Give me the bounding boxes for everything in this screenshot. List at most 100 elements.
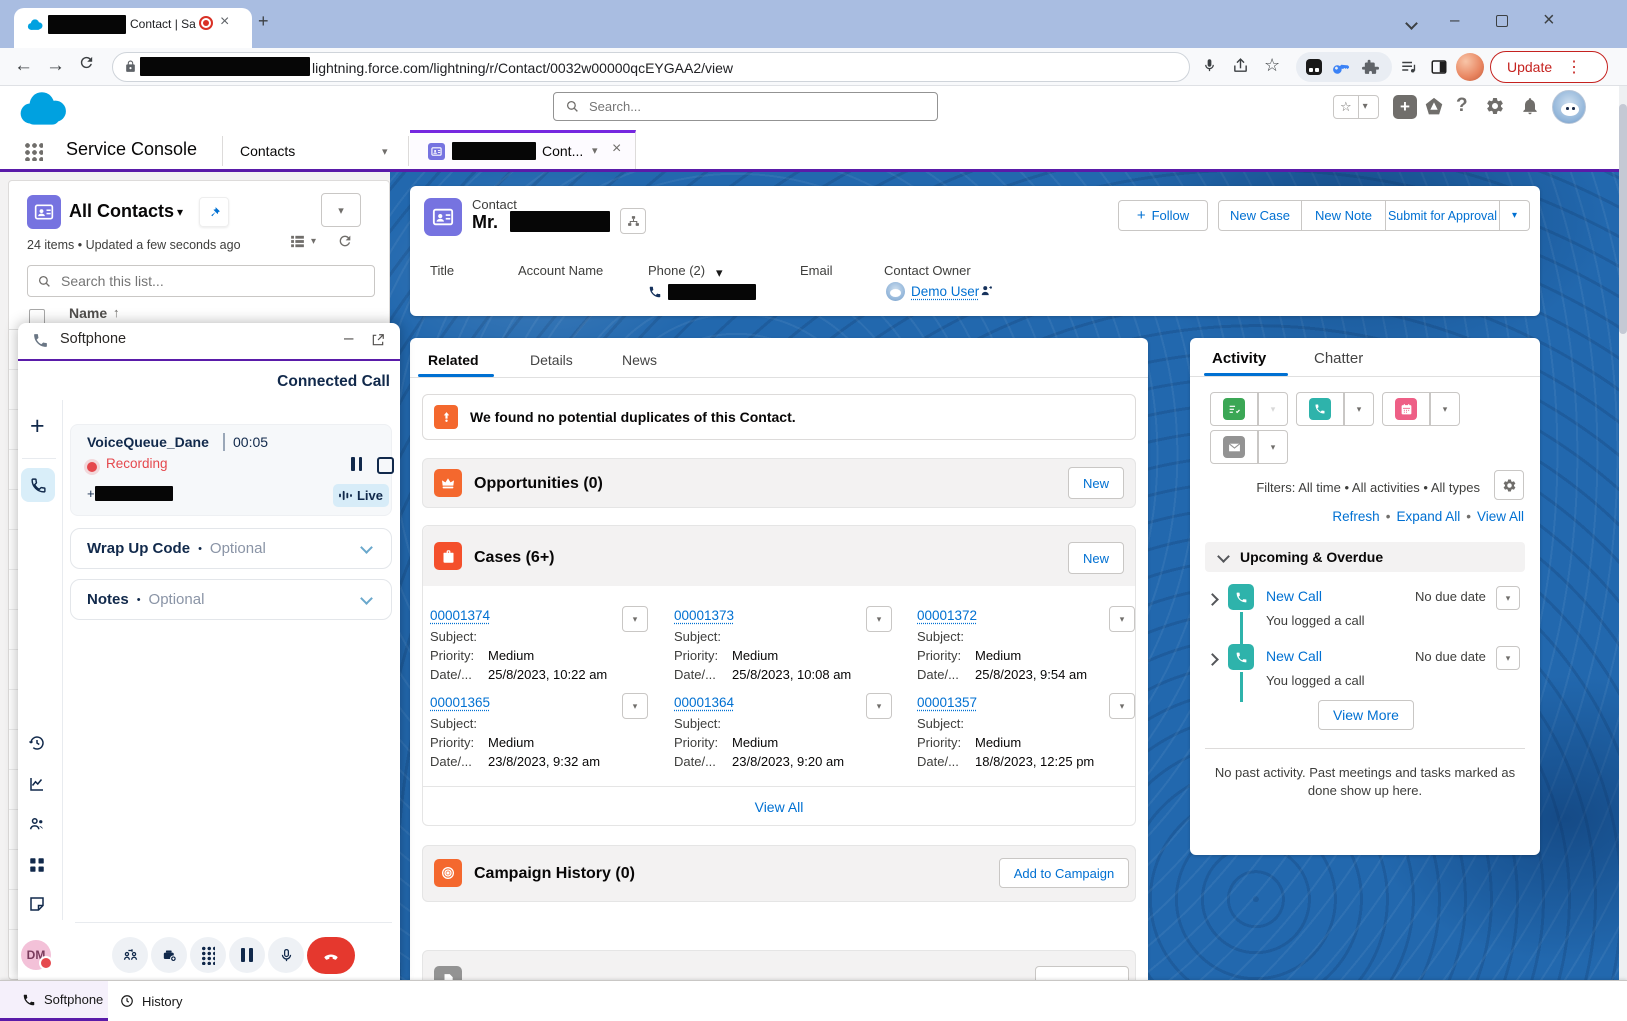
activity-filters-gear-button[interactable] [1494,470,1524,500]
list-view-chevron-icon[interactable]: ▾ [177,205,183,219]
pin-icon[interactable] [199,197,229,227]
rail-notes-icon[interactable] [28,895,46,913]
window-minimize-button[interactable]: – [1450,10,1459,30]
window-maximize-button[interactable] [1496,15,1508,27]
dialpad-button[interactable] [190,937,226,973]
favorites-chevron-icon[interactable]: ▾ [1363,102,1368,112]
nav-tab-contacts-chevron-icon[interactable]: ▾ [382,145,388,158]
timeline-item-actions-button[interactable]: ▾ [1496,586,1520,610]
case-row-actions-button[interactable]: ▾ [622,693,648,719]
case-row-actions-button[interactable]: ▾ [1109,606,1135,632]
favorites-button-group[interactable]: ☆ ▾ [1333,95,1379,119]
favorite-star-icon[interactable]: ☆ [1340,99,1352,115]
mute-mic-button[interactable] [268,937,304,973]
extension-badge-icon[interactable] [1306,59,1322,75]
forward-button[interactable]: → [46,55,65,77]
list-refresh-icon[interactable] [337,233,353,249]
bookmark-star-icon[interactable]: ☆ [1264,55,1280,76]
follow-button[interactable]: + Follow [1118,200,1208,231]
global-actions-icon[interactable]: + [1393,95,1417,119]
email-button[interactable] [1210,430,1258,464]
opportunities-new-button[interactable]: New [1068,467,1124,499]
tab-close-icon[interactable]: × [220,13,229,31]
media-list-icon[interactable] [1400,58,1418,76]
log-call-button[interactable] [1296,392,1344,426]
browser-profile-avatar[interactable] [1456,53,1484,81]
notifications-bell-icon[interactable] [1520,96,1540,116]
global-search-box[interactable] [553,92,938,121]
case-row-actions-button[interactable]: ▾ [622,606,648,632]
opportunities-title[interactable]: Opportunities (0) [474,475,603,493]
rail-apps-grid-icon[interactable] [28,856,46,874]
guidance-center-icon[interactable] [1423,96,1445,118]
owner-link[interactable]: Demo User [911,284,979,299]
tab-news[interactable]: News [622,352,657,368]
reload-button[interactable] [78,54,95,71]
side-panel-icon[interactable] [1430,58,1448,76]
timeline-item-actions-button[interactable]: ▾ [1496,646,1520,670]
new-event-button[interactable] [1382,392,1430,426]
tab-chatter[interactable]: Chatter [1314,350,1363,367]
case-number-link[interactable]: 00001372 [917,608,977,623]
page-scrollbar-thumb[interactable] [1619,104,1627,334]
pause-recording-icon[interactable] [351,457,362,471]
display-as-icon[interactable] [289,233,306,250]
rail-phone-tab[interactable] [21,468,55,502]
upcoming-overdue-header[interactable]: Upcoming & Overdue [1205,542,1525,572]
setup-gear-icon[interactable] [1485,96,1505,116]
global-search-input[interactable] [587,98,891,115]
timeline-expand-chevron-icon[interactable] [1208,592,1217,607]
back-button[interactable]: ← [14,55,33,77]
list-view-title[interactable]: All Contacts [69,201,174,222]
share-icon[interactable] [1232,57,1249,74]
cases-title[interactable]: Cases (6+) [474,549,555,567]
name-column-header[interactable]: Name [69,305,107,321]
cases-view-all-link[interactable]: View All [423,799,1135,815]
new-event-dropdown-button[interactable]: ▾ [1430,392,1460,426]
case-number-link[interactable]: 00001357 [917,695,977,710]
email-dropdown-button[interactable]: ▾ [1258,430,1288,464]
subtab-chevron-icon[interactable]: ▾ [592,146,598,157]
new-task-dropdown-button[interactable]: ▾ [1258,392,1288,426]
cases-new-button[interactable]: New [1068,542,1124,574]
submit-for-approval-button[interactable]: Submit for Approval [1386,200,1500,231]
end-call-button[interactable] [307,937,355,974]
phone-field-chevron-icon[interactable]: ▾ [716,265,723,281]
live-badge[interactable]: Live [333,484,389,507]
extension-puzzle-icon[interactable] [1362,59,1379,76]
rail-contacts-icon[interactable] [28,815,46,833]
expand-all-link[interactable]: Expand All [1396,509,1460,524]
subtab-contact[interactable]: Cont... ▾ × [410,130,636,169]
extension-key-icon[interactable] [1332,59,1349,76]
mic-icon[interactable] [1202,56,1217,75]
case-row-actions-button[interactable]: ▾ [866,693,892,719]
add-to-campaign-button[interactable]: Add to Campaign [999,858,1129,888]
case-number-link[interactable]: 00001365 [430,695,490,710]
case-number-link[interactable]: 00001373 [674,608,734,623]
new-tab-button[interactable]: + [258,11,269,32]
utility-softphone-tab[interactable]: Softphone [0,981,108,1021]
change-owner-icon[interactable] [980,284,994,298]
record-actions-overflow-button[interactable]: ▾ [1500,200,1530,231]
list-search-box[interactable] [27,265,375,297]
softphone-minimize-icon[interactable]: – [344,328,353,348]
view-all-link[interactable]: View All [1477,509,1524,524]
rail-chart-icon[interactable] [28,775,46,793]
field-phone-label[interactable]: Phone (2) [648,263,705,278]
rail-history-icon[interactable] [28,734,46,752]
window-chevron-icon[interactable] [1407,16,1416,31]
view-more-button[interactable]: View More [1318,700,1414,730]
timeline-expand-chevron-icon[interactable] [1208,652,1217,667]
transfer-call-button[interactable] [112,937,148,973]
display-as-chevron-icon[interactable]: ▾ [311,237,316,247]
new-note-button[interactable]: New Note [1302,200,1386,231]
timeline-item-title[interactable]: New Call [1266,648,1322,664]
case-number-link[interactable]: 00001374 [430,608,490,623]
app-launcher-waffle-icon[interactable] [24,142,43,161]
new-case-button[interactable]: New Case [1218,200,1302,231]
device-settings-button[interactable] [151,937,187,973]
browser-menu-icon[interactable]: ⋮ [1566,57,1582,77]
case-row-actions-button[interactable]: ▾ [866,606,892,632]
log-call-dropdown-button[interactable]: ▾ [1344,392,1374,426]
window-close-button[interactable]: × [1543,9,1555,32]
